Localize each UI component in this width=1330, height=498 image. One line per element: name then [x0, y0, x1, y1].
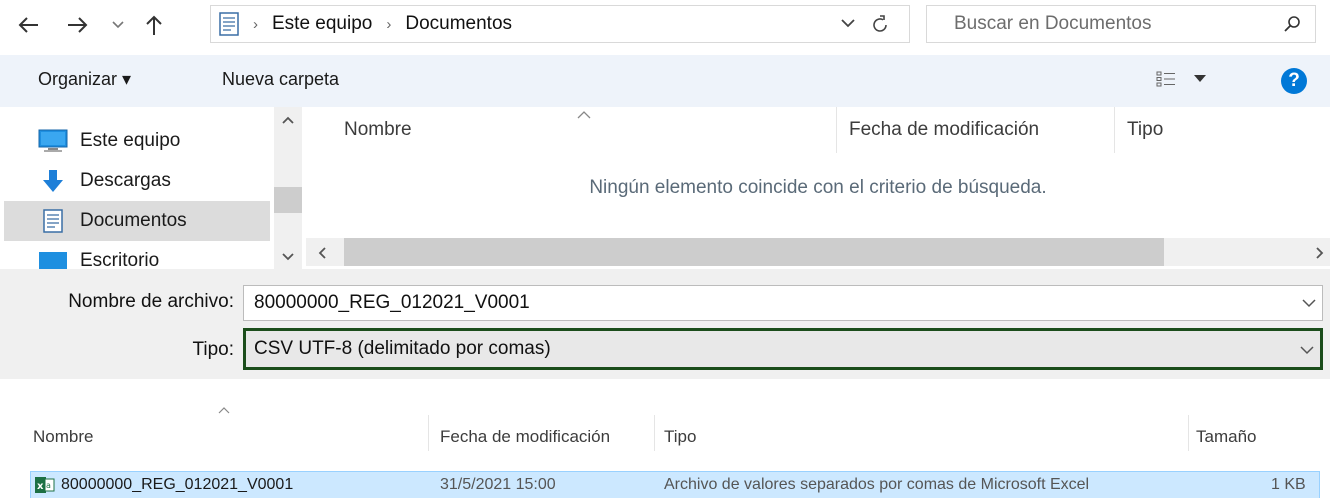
svg-text:a: a: [46, 481, 51, 490]
nav-item-label: Documentos: [80, 210, 187, 231]
organize-menu[interactable]: Organizar ▾: [38, 69, 131, 90]
command-bar: Organizar ▾ Nueva carpeta ?: [0, 55, 1330, 107]
file-size: 1 KB: [1271, 476, 1306, 493]
chevron-down-icon[interactable]: [1302, 292, 1316, 314]
address-field[interactable]: › Este equipo › Documentos: [210, 5, 910, 43]
scroll-right-arrow-icon[interactable]: [1316, 247, 1324, 259]
download-arrow-icon: [38, 168, 68, 194]
scroll-up-arrow-icon[interactable]: [282, 116, 294, 124]
address-bar: › Este equipo › Documentos: [0, 0, 1330, 52]
sort-ascending-icon: [218, 407, 230, 414]
breadcrumb-este-equipo[interactable]: Este equipo: [272, 13, 372, 35]
scroll-thumb[interactable]: [274, 187, 302, 213]
nav-item-documentos[interactable]: Documentos: [4, 201, 270, 241]
search-box[interactable]: [926, 5, 1316, 43]
filename-label: Nombre de archivo:: [68, 291, 234, 312]
column-header-tipo[interactable]: Tipo: [1127, 119, 1163, 141]
new-folder-button[interactable]: Nueva carpeta: [222, 69, 339, 90]
file-type-value: CSV UTF-8 (delimitado por comas): [254, 338, 551, 359]
nav-item-label: Este equipo: [80, 130, 181, 151]
column-header-nombre[interactable]: Nombre: [33, 427, 93, 447]
help-icon[interactable]: ?: [1281, 68, 1307, 94]
document-icon: [38, 208, 68, 234]
arrow-up-icon: [146, 15, 162, 35]
column-header-tipo[interactable]: Tipo: [664, 427, 696, 447]
nav-item-escritorio[interactable]: Escritorio: [4, 241, 270, 269]
breadcrumb-documentos[interactable]: Documentos: [405, 13, 512, 35]
svg-text:x: x: [37, 481, 44, 492]
scroll-down-arrow-icon[interactable]: [282, 253, 294, 261]
nav-item-label: Descargas: [80, 170, 171, 191]
arrow-left-icon: [18, 17, 38, 33]
scroll-left-arrow-icon[interactable]: [318, 247, 326, 259]
details-view-icon: [1156, 71, 1175, 87]
arrow-right-icon: [68, 17, 88, 33]
back-button[interactable]: [8, 8, 48, 42]
column-header-fecha[interactable]: Fecha de modificación: [440, 427, 610, 447]
excel-csv-icon: xa: [35, 476, 55, 494]
column-header-nombre[interactable]: Nombre: [344, 119, 412, 141]
chevron-down-icon: [841, 19, 855, 28]
address-history-button[interactable]: [841, 18, 855, 28]
explorer-details-list: Nombre Fecha de modificación Tipo Tamaño…: [0, 385, 1330, 498]
file-date: 31/5/2021 15:00: [440, 476, 556, 493]
file-name: 80000000_REG_012021_V0001: [61, 476, 294, 493]
search-icon[interactable]: [1283, 15, 1301, 33]
file-type: Archivo de valores separados por comas d…: [664, 476, 1090, 493]
filename-combobox[interactable]: 80000000_REG_012021_V0001: [243, 285, 1323, 321]
refresh-icon: [873, 15, 887, 32]
column-divider[interactable]: [1114, 107, 1115, 153]
up-button[interactable]: [136, 8, 172, 42]
nav-item-descargas[interactable]: Descargas: [4, 161, 270, 201]
chevron-down-icon: [112, 21, 124, 29]
search-input[interactable]: [954, 13, 1274, 35]
forward-button[interactable]: [58, 8, 98, 42]
column-divider[interactable]: [836, 107, 837, 153]
desktop-folder-icon: [38, 248, 68, 269]
nav-item-este-equipo[interactable]: Este equipo: [4, 121, 270, 161]
column-divider[interactable]: [1188, 415, 1189, 451]
sort-ascending-icon: [577, 111, 591, 119]
view-options-button[interactable]: [1156, 70, 1206, 88]
breadcrumb-separator: ›: [253, 15, 258, 33]
file-row[interactable]: xa 80000000_REG_012021_V0001 31/5/2021 1…: [30, 471, 1320, 498]
computer-icon: [38, 128, 68, 154]
filename-value[interactable]: 80000000_REG_012021_V0001: [254, 292, 530, 314]
empty-state-message: Ningún elemento coincide con el criterio…: [589, 177, 1047, 198]
nav-item-label: Escritorio: [80, 250, 160, 269]
document-icon: [219, 12, 239, 36]
column-header-fecha[interactable]: Fecha de modificación: [849, 119, 1039, 141]
recent-locations-button[interactable]: [104, 8, 132, 42]
chevron-down-icon: [1300, 346, 1314, 355]
nav-vertical-scrollbar[interactable]: [274, 107, 302, 269]
column-divider[interactable]: [654, 415, 655, 451]
save-options-area: Nombre de archivo: 80000000_REG_012021_V…: [0, 269, 1330, 379]
type-label: Tipo:: [192, 339, 234, 360]
horizontal-scrollbar[interactable]: [306, 238, 1330, 266]
refresh-button[interactable]: [871, 14, 889, 34]
column-divider[interactable]: [428, 415, 429, 451]
column-header-tamano[interactable]: Tamaño: [1196, 427, 1256, 447]
caret-down-icon: [1194, 75, 1206, 82]
file-type-select[interactable]: CSV UTF-8 (delimitado por comas): [243, 328, 1323, 370]
file-list: Nombre Fecha de modificación Tipo Ningún…: [306, 107, 1330, 269]
breadcrumb-separator: ›: [386, 15, 392, 33]
scroll-thumb[interactable]: [344, 238, 1164, 266]
navigation-pane: Este equipo Descargas Documentos Escrito…: [0, 107, 306, 269]
